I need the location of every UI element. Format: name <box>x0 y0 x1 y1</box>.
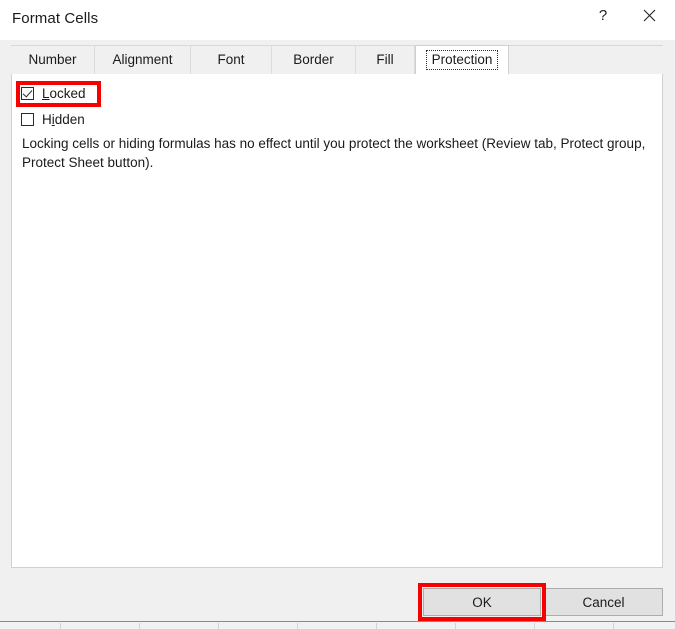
tab-border-label: Border <box>293 52 334 67</box>
ok-button-label: OK <box>472 594 492 610</box>
protection-description: Locking cells or hiding formulas has no … <box>22 136 646 170</box>
help-icon[interactable]: ? <box>581 0 625 31</box>
hidden-checkbox-row[interactable]: Hidden <box>21 110 85 128</box>
locked-checkbox-label: Locked <box>42 86 86 101</box>
close-icon[interactable] <box>627 0 671 31</box>
tab-font-label: Font <box>217 52 245 67</box>
tab-fill-label: Fill <box>376 52 394 67</box>
tab-alignment[interactable]: Alignment <box>95 46 191 74</box>
ok-button[interactable]: OK <box>423 588 541 616</box>
hidden-label-pre: H <box>42 111 52 127</box>
format-cells-dialog: Format Cells ? Number Alignment Font Bor… <box>0 0 675 621</box>
hidden-label-rest: dden <box>54 111 85 127</box>
protection-tab-panel: Locked Hidden Locking cells or hiding fo… <box>11 74 663 568</box>
locked-accel: L <box>42 85 50 101</box>
tab-number-label: Number <box>28 52 77 67</box>
help-glyph: ? <box>598 7 608 24</box>
locked-checkbox[interactable] <box>21 86 34 100</box>
tab-font[interactable]: Font <box>191 46 272 74</box>
tab-border[interactable]: Border <box>272 46 356 74</box>
hidden-checkbox-label: Hidden <box>42 112 85 127</box>
tab-strip: Number Alignment Font Border Fill Protec… <box>11 45 663 74</box>
cancel-button-label: Cancel <box>582 594 625 610</box>
dialog-titlebar: Format Cells ? <box>0 0 675 40</box>
hidden-checkbox[interactable] <box>21 112 34 126</box>
dialog-title: Format Cells <box>12 10 99 27</box>
tab-protection[interactable]: Protection <box>415 45 509 74</box>
locked-checkbox-row[interactable]: Locked <box>21 84 86 102</box>
locked-label-rest: ocked <box>49 85 86 101</box>
tab-protection-label: Protection <box>425 50 499 70</box>
cancel-button[interactable]: Cancel <box>544 588 663 616</box>
tab-alignment-label: Alignment <box>112 52 173 67</box>
tab-fill[interactable]: Fill <box>356 46 415 74</box>
dialog-body: Number Alignment Font Border Fill Protec… <box>0 40 675 621</box>
tab-number[interactable]: Number <box>11 46 95 74</box>
